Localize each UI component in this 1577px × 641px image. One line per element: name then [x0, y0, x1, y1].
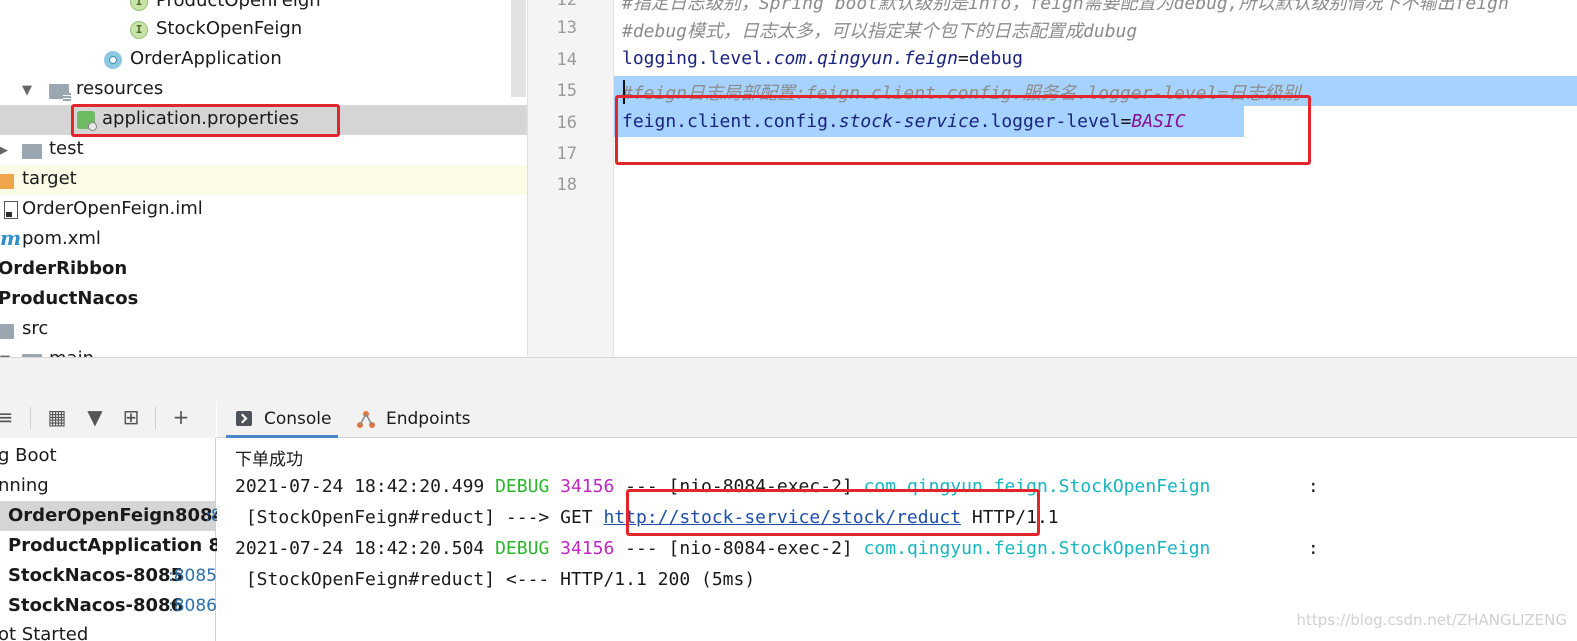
line-number: 18 [556, 175, 577, 195]
equals-sign: = [957, 48, 969, 69]
service-label: ProductApplication 808 [8, 535, 247, 556]
console-icon [236, 411, 252, 426]
tree-item-label: ProductNacos [0, 288, 139, 309]
service-item-stock-nacos-8086[interactable]: StockNacos-8086 :8086 [0, 591, 217, 621]
log-pid: 34156 [560, 538, 615, 559]
tree-item-src[interactable]: src [0, 315, 527, 345]
tree-item-label: StockOpenFeign [156, 18, 303, 39]
property-key-package: com.qingyun.feign [773, 48, 958, 69]
log-thread: [nio-8084-exec-2] [668, 538, 853, 559]
service-port: :8086 [168, 596, 217, 616]
highlight-box-properties-file [71, 104, 340, 137]
folder-icon [0, 174, 14, 189]
line-number: 12 [556, 0, 577, 10]
toolbar-separator [30, 407, 31, 429]
log-logger: com.qingyun.feign.StockOpenFeign [863, 538, 1211, 559]
interface-icon: I [130, 0, 148, 11]
service-group-running[interactable]: nning [0, 471, 215, 501]
filter-icon[interactable]: ▼ [84, 406, 106, 428]
log-level: DEBUG [495, 476, 550, 497]
chevron-down-icon[interactable]: ▼ [22, 83, 32, 98]
tree-item-label: main [49, 348, 94, 357]
service-label: OrderOpenFeign8084 [8, 505, 226, 526]
tree-item-label: src [22, 318, 49, 339]
tab-label: Endpoints [386, 409, 471, 429]
log-pid: 34156 [560, 476, 615, 497]
tree-item-order-application[interactable]: OrderApplication [0, 45, 527, 75]
interface-icon: I [130, 21, 148, 39]
tree-item-label: OrderOpenFeign.iml [22, 198, 203, 219]
property-value: debug [968, 48, 1023, 69]
console-log-line: 2021-07-24 18:42:20.504 DEBUG 34156 --- … [235, 538, 1319, 559]
group-by-icon[interactable]: ▦ [46, 406, 68, 428]
service-port: :8085 [168, 566, 217, 586]
watermark: https://blog.csdn.net/ZHANGLIZENG [1296, 611, 1568, 629]
tab-console[interactable]: Console [226, 401, 338, 438]
code-line-14[interactable]: logging.level.com.qingyun.feign=debug [622, 48, 1023, 69]
tree-item-stock-open-feign[interactable]: I StockOpenFeign [0, 15, 527, 45]
resources-folder-icon [49, 84, 71, 101]
tree-item-product-nacos[interactable]: ProductNacos [0, 285, 527, 315]
tree-item-label: pom.xml [22, 228, 101, 249]
tree-item-main[interactable]: ▼ main [0, 345, 527, 357]
log-timestamp: 2021-07-24 18:42:20.504 [235, 538, 485, 559]
service-group-not-started[interactable]: ot Started [0, 620, 215, 641]
folder-icon [0, 324, 14, 339]
tree-item-pom-xml[interactable]: m pom.xml [0, 225, 527, 255]
tree-item-order-ribbon[interactable]: OrderRibbon [0, 255, 527, 285]
highlight-box-request-url [626, 489, 1040, 536]
tree-item-label: OrderRibbon [0, 258, 128, 279]
log-message-prefix: [StockOpenFeign#reduct] ---> GET [235, 507, 604, 528]
service-group-spring-boot[interactable]: g Boot [0, 441, 215, 471]
tree-item-test[interactable]: ▶ test [0, 135, 527, 165]
tree-item-label: ProductOpenFeign [156, 0, 321, 11]
new-service-icon[interactable]: ⊞ [120, 406, 142, 428]
service-item-product-application[interactable]: ProductApplication 808 [0, 531, 246, 561]
tab-label: Console [264, 409, 332, 429]
log-colon: : [1307, 538, 1319, 559]
line-number: 15 [556, 81, 577, 101]
tree-item-label: OrderApplication [130, 48, 282, 69]
tree-item-label: test [49, 138, 84, 159]
endpoints-icon [357, 411, 375, 428]
tree-item-resources[interactable]: ▼ resources [0, 75, 527, 105]
chevron-right-icon[interactable]: ▶ [0, 143, 8, 158]
service-label: ot Started [0, 624, 89, 641]
folder-icon [22, 144, 42, 159]
service-label: g Boot [0, 445, 57, 466]
spring-boot-class-icon [104, 51, 122, 69]
line-number: 16 [556, 113, 577, 133]
highlight-box-logger-config [615, 95, 1311, 165]
maven-icon: m [0, 226, 22, 250]
service-label: StockNacos-8085 [8, 565, 184, 586]
gutter-divider [613, 0, 614, 357]
log-timestamp: 2021-07-24 18:42:20.499 [235, 476, 485, 497]
tree-item-label: resources [76, 78, 164, 99]
log-level: DEBUG [495, 538, 550, 559]
service-label: StockNacos-8086 [8, 595, 184, 616]
tree-item-label: target [22, 168, 77, 189]
log-colon: : [1307, 476, 1319, 497]
line-number: 14 [556, 50, 577, 70]
console-log-message: [StockOpenFeign#reduct] <--- HTTP/1.1 20… [235, 569, 756, 590]
line-number: 13 [556, 18, 577, 38]
collapse-all-icon[interactable]: ≡ [0, 406, 16, 428]
add-icon[interactable]: + [170, 406, 192, 428]
code-line-12[interactable]: #指定日志级别，Spring boot默认级别是info，feign需要配置为d… [622, 0, 1509, 15]
iml-file-icon [4, 201, 18, 219]
property-key: logging.level. [622, 48, 774, 69]
toolbar-separator [155, 407, 156, 429]
code-line-13[interactable]: #debug模式，日志太多，可以指定某个包下的日志配置成dubug [622, 17, 1137, 43]
service-label: nning [0, 475, 49, 496]
service-item-order-open-feign[interactable]: OrderOpenFeign8084 :8 [0, 501, 225, 531]
tab-endpoints[interactable]: Endpoints [346, 401, 476, 438]
tree-item-order-open-feign-iml[interactable]: OrderOpenFeign.iml [0, 195, 527, 225]
console-status-line: 下单成功 [235, 450, 303, 470]
panel-splitter[interactable] [0, 357, 1577, 401]
service-item-stock-nacos-8085[interactable]: StockNacos-8085 :8085 [0, 561, 217, 591]
tree-item-target[interactable]: target [0, 165, 527, 195]
log-separator: --- [625, 538, 658, 559]
line-number: 17 [556, 144, 577, 164]
